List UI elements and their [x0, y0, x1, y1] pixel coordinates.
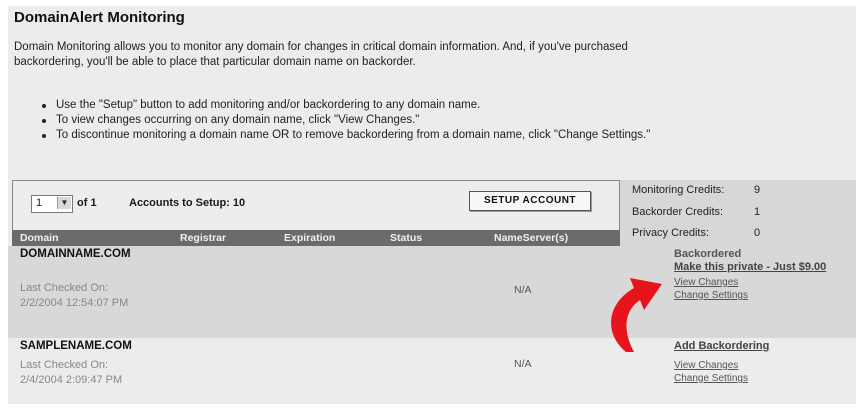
page-count-label: of 1 [77, 197, 97, 209]
column-header-status[interactable]: Status [390, 232, 422, 244]
setup-account-button[interactable]: SETUP ACCOUNT [469, 191, 591, 211]
instruction-item: Use the "Setup" button to add monitoring… [40, 98, 680, 113]
column-header-nameservers[interactable]: NameServer(s) [494, 232, 568, 244]
page-select[interactable]: 1 ▼ [31, 195, 73, 213]
credit-label: Privacy Credits: [632, 227, 710, 239]
change-settings-link[interactable]: Change Settings [674, 372, 769, 385]
credit-value: 0 [754, 227, 761, 239]
view-changes-link[interactable]: View Changes [674, 359, 769, 372]
row-actions: Add Backordering View Changes Change Set… [674, 340, 769, 385]
column-header-expiration[interactable]: Expiration [284, 232, 335, 244]
credit-label: Monitoring Credits: [632, 184, 725, 196]
last-checked-date: 2/2/2004 12:54:07 PM [20, 297, 129, 309]
table-header: Domain Registrar Expiration Status NameS… [12, 230, 620, 246]
accounts-setup-bar: 1 ▼ of 1 Accounts to Setup: 10 SETUP ACC… [12, 180, 620, 232]
add-backordering-link[interactable]: Add Backordering [674, 340, 769, 353]
row-actions: Backordered Make this private - Just $9.… [674, 248, 826, 302]
last-checked: Last Checked On: 2/2/2004 12:54:07 PM [20, 281, 128, 311]
view-changes-link[interactable]: View Changes [674, 276, 826, 289]
credit-value: 1 [754, 206, 761, 218]
credit-value: 9 [754, 184, 761, 196]
change-settings-link[interactable]: Change Settings [674, 289, 826, 302]
table-row: SAMPLENAME.COM Last Checked On: 2/4/2004… [8, 338, 856, 404]
page-title: DomainAlert Monitoring [14, 9, 185, 26]
red-curved-arrow-icon [611, 278, 662, 352]
instruction-list: Use the "Setup" button to add monitoring… [40, 98, 680, 143]
last-checked-label: Last Checked On: [20, 359, 109, 371]
column-header-domain[interactable]: Domain [20, 232, 59, 244]
backorder-credits: Backorder Credits: 1 [632, 206, 760, 218]
domain-name: SAMPLENAME.COM [20, 340, 132, 352]
last-checked: Last Checked On: 2/4/2004 2:09:47 PM [20, 358, 122, 388]
last-checked-date: 2/4/2004 2:09:47 PM [20, 374, 123, 386]
make-private-link[interactable]: Make this private - Just $9.00 [674, 261, 826, 274]
instruction-item: To discontinue monitoring a domain name … [40, 128, 680, 143]
monitoring-credits: Monitoring Credits: 9 [632, 184, 760, 196]
chevron-down-icon[interactable]: ▼ [57, 197, 71, 209]
last-checked-label: Last Checked On: [20, 282, 109, 294]
nameserver-value: N/A [514, 358, 532, 370]
status-badge: Backordered [674, 248, 742, 260]
column-header-registrar[interactable]: Registrar [180, 232, 226, 244]
accounts-to-setup-label: Accounts to Setup: 10 [129, 197, 246, 209]
credit-label: Backorder Credits: [632, 206, 724, 218]
table-row: DOMAINNAME.COM Last Checked On: 2/2/2004… [8, 246, 856, 338]
privacy-credits: Privacy Credits: 0 [632, 227, 760, 239]
page-select-value: 1 [36, 197, 43, 209]
intro-text: Domain Monitoring allows you to monitor … [14, 41, 628, 68]
credits-panel: Monitoring Credits: 9 Backorder Credits:… [620, 180, 856, 246]
domain-name: DOMAINNAME.COM [20, 248, 131, 260]
instruction-item: To view changes occurring on any domain … [40, 113, 680, 128]
nameserver-value: N/A [514, 284, 532, 296]
